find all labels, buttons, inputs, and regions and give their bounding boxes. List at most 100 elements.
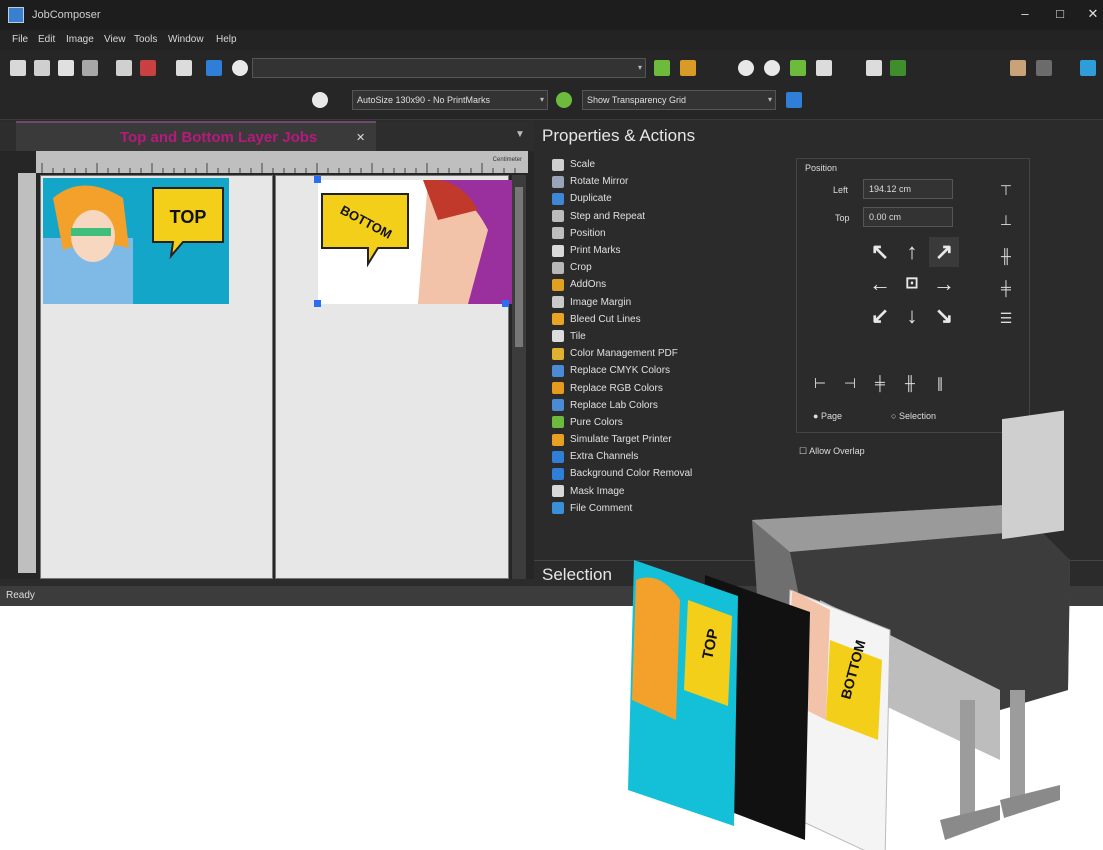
export-icon[interactable] [82, 60, 98, 76]
list-icon[interactable] [866, 60, 882, 76]
action-item[interactable]: Replace CMYK Colors [552, 362, 792, 379]
tile-view-icon[interactable] [1010, 60, 1026, 76]
action-item[interactable]: Replace RGB Colors [552, 379, 792, 396]
tab-dropdown-icon[interactable]: ▼ [515, 129, 525, 140]
action-item[interactable]: File Comment [552, 500, 792, 517]
new-job-icon[interactable] [10, 60, 26, 76]
color-image-icon[interactable] [140, 60, 156, 76]
action-item[interactable]: Replace Lab Colors [552, 397, 792, 414]
fit-page-icon[interactable] [790, 60, 806, 76]
align-top-icon[interactable]: ⊤ [993, 179, 1019, 201]
arrow-down-right-icon[interactable]: ↘ [929, 301, 959, 331]
save-icon[interactable] [58, 60, 74, 76]
align-left-icon[interactable]: ⊢ [807, 372, 833, 394]
align-center-icon[interactable]: ╪ [867, 372, 893, 394]
layout-icon[interactable] [176, 60, 192, 76]
green-square-icon[interactable] [890, 60, 906, 76]
action-item[interactable]: Color Management PDF [552, 345, 792, 362]
stack-horizontal-icon[interactable]: ∥ [927, 372, 953, 394]
toolbar-combo-empty[interactable]: ▾ [252, 58, 646, 78]
top-layer-image[interactable]: TOP [43, 178, 229, 304]
action-item[interactable]: Bleed Cut Lines [552, 311, 792, 328]
page-size-select[interactable]: AutoSize 130x90 - No PrintMarks ▾ [352, 90, 548, 110]
action-item[interactable]: Step and Repeat [552, 208, 792, 225]
action-label: Image Margin [570, 296, 632, 308]
action-item[interactable]: Duplicate [552, 190, 792, 207]
gear-icon[interactable] [680, 60, 696, 76]
tab-document[interactable]: Top and Bottom Layer Jobs ✕ [16, 121, 376, 151]
align-bottom-icon[interactable]: ⊥ [993, 209, 1019, 231]
action-item[interactable]: Scale [552, 156, 792, 173]
menu-file[interactable]: File [12, 34, 28, 45]
actual-size-icon[interactable] [816, 60, 832, 76]
open-icon[interactable] [34, 60, 50, 76]
action-item[interactable]: Crop [552, 259, 792, 276]
action-item[interactable]: Extra Channels [552, 448, 792, 465]
align-right-icon[interactable]: ⊣ [837, 372, 863, 394]
arrow-up-right-icon[interactable]: ↗ [929, 237, 959, 267]
center-icon[interactable]: ⊡ [897, 269, 927, 299]
menu-window[interactable]: Window [168, 34, 204, 45]
arrange-icon[interactable] [206, 60, 222, 76]
action-item[interactable]: Pure Colors [552, 414, 792, 431]
close-button[interactable]: ✕ [1078, 4, 1103, 24]
scroll-thumb[interactable] [515, 187, 523, 347]
selection-handle-tl[interactable] [314, 176, 321, 183]
zoom-fit-icon[interactable] [232, 60, 248, 76]
selection-handle-br[interactable] [502, 300, 509, 307]
top-field[interactable]: 0.00 cm [863, 207, 953, 227]
selection-handle-bl[interactable] [314, 300, 321, 307]
action-label: Step and Repeat [570, 210, 646, 222]
apply-button[interactable] [830, 521, 898, 547]
arrow-up-icon[interactable]: ↑ [897, 237, 927, 267]
action-label: Extra Channels [570, 451, 639, 463]
place-image-icon[interactable] [116, 60, 132, 76]
left-field[interactable]: 194.12 cm [863, 179, 953, 199]
menu-view[interactable]: View [104, 34, 126, 45]
radio-page[interactable]: ● Page [813, 411, 842, 421]
menu-help[interactable]: Help [216, 34, 237, 45]
grid-settings-icon[interactable] [786, 92, 802, 108]
transparency-grid-select[interactable]: Show Transparency Grid ▾ [582, 90, 776, 110]
discard-button[interactable]: Discard [908, 521, 1006, 547]
window-title: JobComposer [32, 9, 101, 21]
stack-vertical-icon[interactable]: ☰ [993, 307, 1019, 329]
action-item[interactable]: Rotate Mirror [552, 173, 792, 190]
settings-icon[interactable] [654, 60, 670, 76]
canvas-scrollbar[interactable] [512, 175, 526, 579]
radio-selection[interactable]: ○ Selection [891, 411, 936, 421]
panel-view-icon[interactable] [1080, 60, 1096, 76]
action-item[interactable]: Image Margin [552, 294, 792, 311]
arrow-down-left-icon[interactable]: ↙ [865, 301, 895, 331]
menu-image[interactable]: Image [66, 34, 94, 45]
canvas-area[interactable]: Centimeter TOP BOTTOM [0, 151, 534, 579]
distribute-vertical-icon[interactable]: ╪ [993, 277, 1019, 299]
zoom-in-icon[interactable] [738, 60, 754, 76]
bottom-layer-image[interactable]: BOTTOM [318, 180, 514, 304]
action-item[interactable]: Position [552, 225, 792, 242]
page-left[interactable]: TOP [40, 175, 273, 579]
page-right[interactable]: BOTTOM [275, 175, 514, 579]
action-item[interactable]: Simulate Target Printer [552, 431, 792, 448]
action-item[interactable]: Mask Image [552, 483, 792, 500]
zoom-out-icon[interactable] [764, 60, 780, 76]
arrow-down-icon[interactable]: ↓ [897, 301, 927, 331]
action-item[interactable]: Print Marks [552, 242, 792, 259]
maximize-button[interactable]: □ [1045, 4, 1075, 24]
allow-overlap-checkbox[interactable]: ☐ Allow Overlap [799, 446, 865, 457]
distribute-horizontal-icon[interactable]: ╫ [897, 372, 923, 394]
action-item[interactable]: Tile [552, 328, 792, 345]
split-view-icon[interactable] [1036, 60, 1052, 76]
action-item[interactable]: AddOns [552, 276, 792, 293]
properties-title: Properties & Actions [542, 126, 696, 145]
align-middle-icon[interactable]: ╫ [993, 245, 1019, 267]
menu-edit[interactable]: Edit [38, 34, 55, 45]
action-label: Mask Image [570, 485, 625, 497]
action-item[interactable]: Background Color Removal [552, 465, 792, 482]
arrow-up-left-icon[interactable]: ↖ [865, 237, 895, 267]
minimize-button[interactable]: – [1010, 4, 1040, 24]
menu-tools[interactable]: Tools [134, 34, 157, 45]
tab-close-icon[interactable]: ✕ [356, 131, 365, 144]
arrow-left-icon[interactable]: ← [865, 269, 895, 299]
arrow-right-icon[interactable]: → [929, 269, 959, 299]
